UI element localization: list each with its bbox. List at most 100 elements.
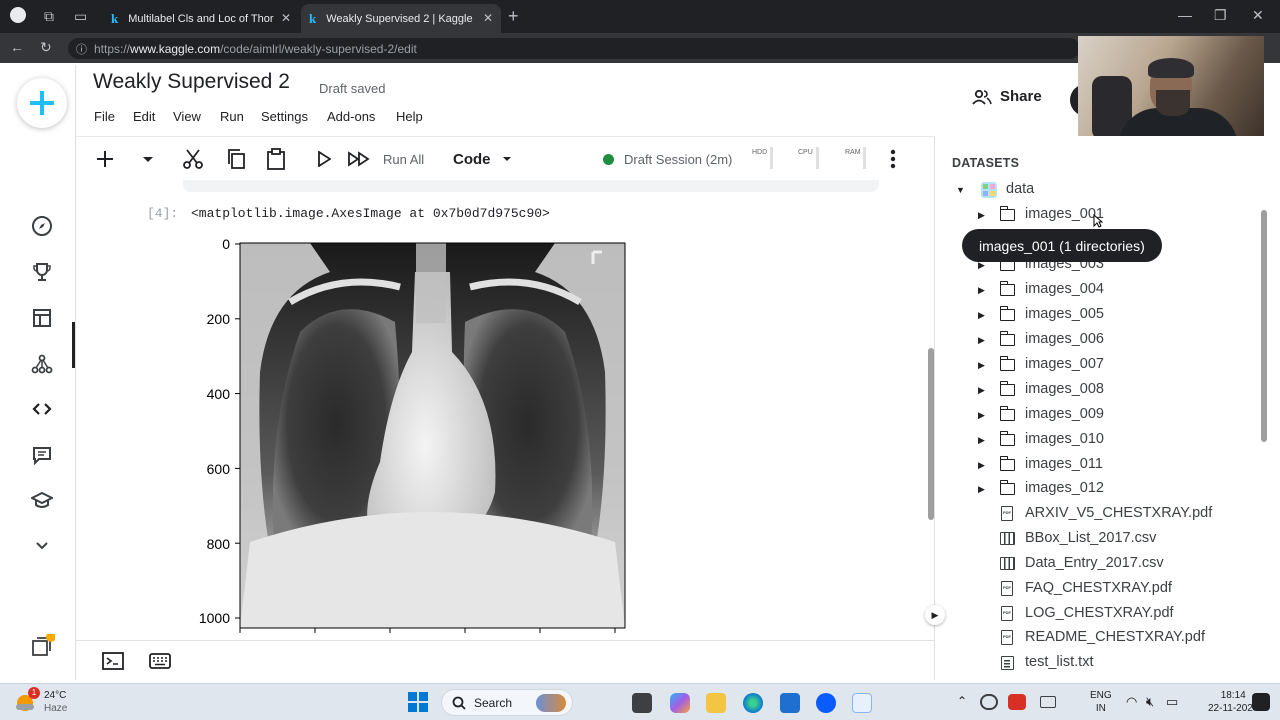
copy-icon[interactable]	[226, 147, 246, 171]
browser-tab-multilabel[interactable]: k Multilabel Cls and Loc of Thorax D ✕	[103, 4, 299, 33]
taskbar-clock[interactable]: 18:14 22-11-2024	[1208, 689, 1258, 715]
caret-right-icon[interactable]: ▶	[978, 210, 985, 221]
taskbar-search[interactable]: Search	[441, 689, 573, 716]
pen-tablet-icon[interactable]	[1040, 696, 1056, 708]
store-icon[interactable]	[780, 693, 800, 713]
caret-right-icon[interactable]: ▶	[978, 385, 985, 396]
task-view-icon[interactable]	[632, 693, 652, 713]
chevron-up-icon[interactable]: ⌃	[957, 694, 967, 708]
run-cell-icon[interactable]	[317, 147, 331, 171]
cell-type-select[interactable]: Code	[453, 147, 513, 171]
reload-icon[interactable]: ↻	[40, 39, 52, 56]
weather-condition: Haze	[44, 703, 68, 714]
zoom-icon[interactable]	[816, 693, 836, 713]
compass-icon[interactable]	[28, 212, 56, 240]
paste-icon[interactable]	[266, 147, 286, 171]
menu-settings[interactable]: Settings	[261, 109, 308, 124]
minimize-icon[interactable]: —	[1178, 7, 1192, 23]
close-icon[interactable]: ✕	[483, 11, 493, 25]
caret-right-icon[interactable]: ▶	[978, 310, 985, 321]
code-cell-bottom[interactable]	[183, 180, 879, 192]
session-status[interactable]: Draft Session (2m)	[603, 147, 732, 171]
create-button[interactable]	[17, 78, 67, 128]
console-icon[interactable]	[102, 652, 124, 675]
share-button[interactable]: Share	[972, 88, 1042, 105]
menu-run[interactable]: Run	[220, 109, 244, 124]
folder-icon	[999, 431, 1015, 446]
browser-tab-weakly-supervised[interactable]: k Weakly Supervised 2 | Kaggle ✕	[301, 4, 501, 33]
caret-right-icon[interactable]: ▶	[978, 460, 985, 471]
volume-muted-icon[interactable]: 🔇︎	[1146, 694, 1154, 710]
caret-right-icon[interactable]: ▶	[978, 285, 985, 296]
window-close-icon[interactable]: ✕	[1252, 7, 1264, 24]
table-icon[interactable]	[28, 304, 56, 332]
y-tick-label: 800	[207, 536, 231, 552]
chevron-down-icon[interactable]	[28, 532, 56, 560]
kaggle-favicon-icon: k	[309, 10, 317, 26]
menu-file[interactable]: File	[94, 109, 115, 124]
url-field[interactable]: ⓘ https://www.kaggle.com/code/aimlrl/wea…	[68, 38, 1080, 59]
menu-help[interactable]: Help	[396, 109, 423, 124]
site-info-icon[interactable]: ⓘ	[76, 41, 87, 57]
windows-start-icon[interactable]	[408, 692, 428, 712]
trophy-icon[interactable]	[28, 258, 56, 286]
more-options-icon[interactable]	[890, 147, 896, 171]
models-icon[interactable]	[28, 350, 56, 378]
session-active-dot	[603, 153, 614, 165]
code-icon[interactable]	[28, 395, 56, 423]
caret-right-icon[interactable]: ▶	[978, 435, 985, 446]
add-cell-dropdown-icon[interactable]	[142, 147, 154, 171]
expand-panel-button[interactable]: ▶	[925, 605, 945, 625]
cloud-icon[interactable]	[980, 694, 998, 710]
notifications-icon[interactable]	[1252, 693, 1270, 711]
kaggle-favicon-icon: k	[111, 10, 119, 26]
restore-icon[interactable]: ❐	[1214, 7, 1227, 24]
tab-actions-icon[interactable]: ▭	[74, 8, 87, 25]
your-work-icon[interactable]: 2	[28, 627, 56, 661]
menu-addons[interactable]: Add-ons	[327, 109, 375, 124]
menu-edit[interactable]: Edit	[133, 109, 155, 124]
datasets-panel	[934, 136, 1280, 680]
search-icon	[452, 696, 466, 710]
caret-right-icon[interactable]: ▶	[978, 484, 985, 495]
wifi-icon[interactable]: ◠	[1126, 694, 1137, 710]
datasets-scrollbar[interactable]	[1261, 210, 1267, 442]
notebook-toolbar: Run All Code Draft Session (2m) HDD CPU …	[76, 136, 934, 182]
folder-icon	[999, 206, 1015, 221]
tree-label: images_008	[1025, 381, 1104, 397]
edge-browser-icon[interactable]	[743, 693, 763, 713]
caret-right-icon[interactable]: ▶	[978, 360, 985, 371]
profile-icon[interactable]	[10, 7, 26, 23]
cut-icon[interactable]	[182, 147, 204, 171]
notebook-title[interactable]: Weakly Supervised 2	[93, 70, 290, 94]
folder-icon	[999, 356, 1015, 371]
x-axis: 0 200 400 600 800 1000	[236, 628, 631, 640]
language-indicator[interactable]: ENG IN	[1090, 689, 1112, 715]
hdd-meter-label: HDD	[752, 149, 768, 156]
run-all-button[interactable]: Run All	[383, 147, 424, 171]
caret-down-icon[interactable]: ▼	[956, 185, 965, 195]
learn-icon[interactable]	[28, 487, 56, 515]
battery-icon[interactable]: ▭	[1166, 694, 1178, 710]
new-tab-icon[interactable]: +	[508, 6, 519, 27]
search-highlight-icon	[536, 694, 566, 712]
discussion-icon[interactable]	[28, 441, 56, 469]
caret-right-icon[interactable]: ▶	[978, 410, 985, 421]
people-icon	[972, 89, 992, 105]
add-cell-icon[interactable]	[96, 147, 114, 171]
menu-view[interactable]: View	[173, 109, 201, 124]
y-tick-label: 600	[207, 461, 231, 477]
xray-image	[240, 243, 625, 628]
workspaces-icon[interactable]: ⧉	[44, 8, 54, 25]
antivirus-icon[interactable]	[1008, 694, 1026, 710]
file-explorer-icon[interactable]	[706, 693, 726, 713]
python-app-icon[interactable]	[852, 693, 872, 713]
back-icon[interactable]: ←	[10, 39, 24, 55]
session-label: Draft Session (2m)	[624, 151, 733, 167]
dataset-icon	[981, 182, 997, 198]
keyboard-icon[interactable]	[149, 653, 171, 674]
run-all-icon[interactable]	[348, 147, 372, 171]
caret-right-icon[interactable]: ▶	[978, 335, 985, 346]
copilot-icon[interactable]	[670, 693, 690, 713]
close-icon[interactable]: ✕	[281, 11, 291, 25]
